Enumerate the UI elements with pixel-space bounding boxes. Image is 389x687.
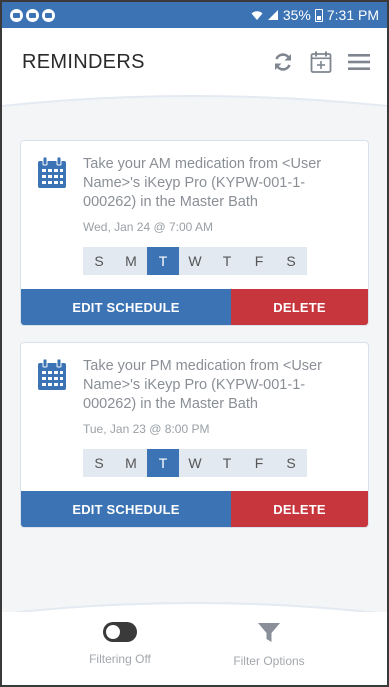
day-sunday[interactable]: S <box>83 449 115 477</box>
menu-icon[interactable] <box>347 50 371 74</box>
day-friday[interactable]: F <box>243 247 275 275</box>
status-bar: 35% 7:31 PM <box>2 2 387 28</box>
reminder-message: Take your AM medication from <User Name>… <box>83 156 322 210</box>
day-tuesday[interactable]: T <box>147 449 179 477</box>
delete-button[interactable]: DELETE <box>231 491 368 527</box>
delete-button[interactable]: DELETE <box>231 289 368 325</box>
day-sunday[interactable]: S <box>83 247 115 275</box>
day-thursday[interactable]: T <box>211 247 243 275</box>
filter-options-button[interactable]: Filter Options <box>209 622 329 668</box>
edit-schedule-button[interactable]: EDIT SCHEDULE <box>21 289 231 325</box>
day-tuesday[interactable]: T <box>147 247 179 275</box>
weekday-selector: S M T W T F S <box>83 449 307 477</box>
calendar-icon <box>37 357 71 436</box>
app-header: REMINDERS <box>2 28 387 96</box>
filtering-label: Filtering Off <box>89 652 151 666</box>
day-monday[interactable]: M <box>115 247 147 275</box>
day-saturday[interactable]: S <box>275 247 307 275</box>
clock: 7:31 PM <box>326 7 379 23</box>
day-wednesday[interactable]: W <box>179 247 211 275</box>
calendar-icon <box>37 155 71 234</box>
wifi-icon <box>251 11 263 20</box>
header-divider <box>2 94 387 107</box>
reminder-datetime: Tue, Jan 23 @ 8:00 PM <box>83 422 210 436</box>
notification-icons <box>10 8 55 22</box>
reminder-list: Take your AM medication from <User Name>… <box>20 140 369 544</box>
filter-icon <box>258 623 280 642</box>
toggle-switch-icon[interactable] <box>103 622 137 642</box>
reminder-card: Take your AM medication from <User Name>… <box>20 140 369 326</box>
reminder-card: Take your PM medication from <User Name>… <box>20 342 369 528</box>
filtering-toggle[interactable]: Filtering Off <box>60 622 180 666</box>
status-indicators: 35% 7:31 PM <box>251 7 379 23</box>
calendar-add-icon[interactable] <box>309 50 333 74</box>
app-screen: 35% 7:31 PM REMINDERS Take your AM medic… <box>0 0 389 687</box>
filter-bar: Filtering Off Filter Options <box>2 612 387 685</box>
reminder-message: Take your PM medication from <User Name>… <box>83 358 322 412</box>
day-friday[interactable]: F <box>243 449 275 477</box>
notification-icon <box>26 8 39 22</box>
notification-icon <box>42 8 55 22</box>
filter-options-label: Filter Options <box>233 654 305 668</box>
battery-percent: 35% <box>282 7 311 23</box>
battery-icon <box>314 8 323 22</box>
signal-icon <box>267 10 278 20</box>
page-title: REMINDERS <box>22 50 145 73</box>
edit-schedule-button[interactable]: EDIT SCHEDULE <box>21 491 231 527</box>
refresh-icon[interactable] <box>271 50 295 74</box>
day-wednesday[interactable]: W <box>179 449 211 477</box>
day-monday[interactable]: M <box>115 449 147 477</box>
weekday-selector: S M T W T F S <box>83 247 307 275</box>
reminder-datetime: Wed, Jan 24 @ 7:00 AM <box>83 220 214 234</box>
day-saturday[interactable]: S <box>275 449 307 477</box>
notification-icon <box>10 8 23 22</box>
day-thursday[interactable]: T <box>211 449 243 477</box>
